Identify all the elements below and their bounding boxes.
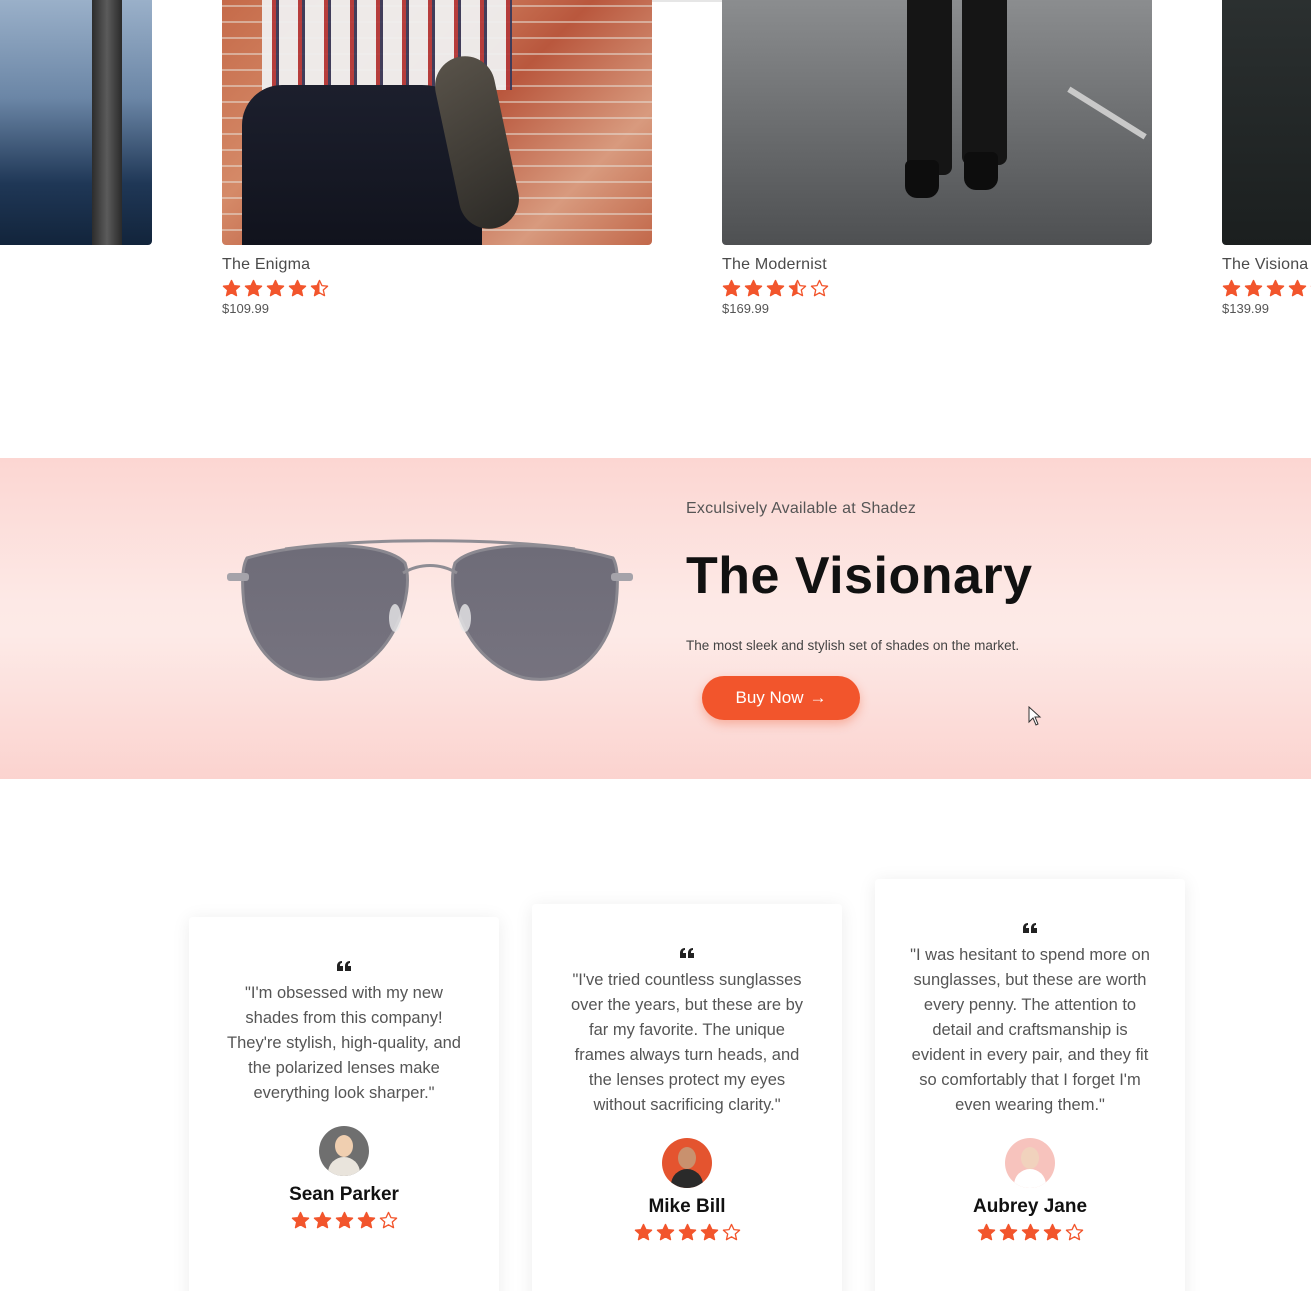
product-image[interactable] xyxy=(1222,0,1311,245)
product-rating xyxy=(1222,279,1311,298)
product-rating xyxy=(222,279,652,298)
testimonial-card: "I'm obsessed with my new shades from th… xyxy=(189,917,499,1291)
product-card-visionary[interactable]: The Visiona $139.99 xyxy=(1222,0,1311,316)
product-price: $169.99 xyxy=(722,301,769,316)
star-icon xyxy=(291,1211,309,1229)
star-icon xyxy=(244,279,263,297)
featured-product-banner: Exculsively Available at Shadez The Visi… xyxy=(0,458,1311,779)
star-outline-icon xyxy=(379,1211,397,1229)
star-icon xyxy=(656,1223,674,1241)
star-outline-icon xyxy=(1065,1223,1083,1241)
product-image[interactable] xyxy=(222,0,652,245)
buy-now-button[interactable]: Buy Now → xyxy=(702,676,860,720)
star-icon xyxy=(999,1223,1017,1241)
reviewer-name: Sean Parker xyxy=(289,1184,399,1205)
product-card[interactable] xyxy=(0,0,152,245)
star-icon xyxy=(766,279,785,297)
star-icon xyxy=(1043,1223,1061,1241)
star-icon xyxy=(266,279,285,297)
avatar xyxy=(1005,1138,1055,1188)
product-image[interactable] xyxy=(0,0,152,245)
hero-description: The most sleek and stylish set of shades… xyxy=(686,638,1020,653)
testimonial-quote: "I was hesitant to spend more on sunglas… xyxy=(910,946,1150,1114)
star-icon xyxy=(335,1211,353,1229)
star-icon xyxy=(222,279,241,297)
reviewer-name: Aubrey Jane xyxy=(972,1196,1088,1217)
avatar xyxy=(662,1138,712,1188)
reviewer-name: Mike Bill xyxy=(648,1196,726,1217)
star-icon xyxy=(313,1211,331,1229)
star-outline-icon xyxy=(810,279,829,297)
product-name[interactable]: The Modernist xyxy=(722,256,1152,274)
product-card-modernist[interactable]: The Modernist $169.99 xyxy=(722,0,1152,316)
star-icon xyxy=(1021,1223,1039,1241)
avatar xyxy=(319,1126,369,1176)
product-card-enigma[interactable]: The Enigma $109.99 xyxy=(222,0,652,316)
star-icon xyxy=(1288,279,1307,297)
star-half-icon xyxy=(788,279,807,297)
star-icon xyxy=(700,1223,718,1241)
star-icon xyxy=(1222,279,1241,297)
quote-icon xyxy=(680,948,694,958)
star-icon xyxy=(634,1223,652,1241)
hero-title: The Visionary xyxy=(686,547,1033,605)
testimonial-card: "I've tried countless sunglasses over th… xyxy=(532,904,842,1291)
arrow-right-icon: → xyxy=(809,688,827,707)
star-icon xyxy=(1266,279,1285,297)
star-icon xyxy=(678,1223,696,1241)
star-icon xyxy=(744,279,763,297)
hero-eyebrow: Exculsively Available at Shadez xyxy=(686,500,917,517)
star-icon xyxy=(288,279,307,297)
sunglasses-image xyxy=(227,539,633,681)
star-outline-icon xyxy=(722,1223,740,1241)
reviewer-rating xyxy=(562,1223,812,1242)
product-name[interactable]: The Visiona xyxy=(1222,256,1311,274)
star-icon xyxy=(357,1211,375,1229)
reviewer-rating xyxy=(219,1211,469,1230)
product-name[interactable]: The Enigma xyxy=(222,256,652,274)
product-image[interactable] xyxy=(722,0,1152,245)
reviewer-rating xyxy=(905,1223,1155,1242)
testimonial-quote: "I've tried countless sunglasses over th… xyxy=(570,971,804,1114)
quote-icon xyxy=(337,961,351,971)
star-icon xyxy=(1244,279,1263,297)
cursor-icon xyxy=(1028,706,1042,726)
product-carousel: The Enigma $109.99 The Modernist $169.99… xyxy=(0,0,1311,340)
star-icon xyxy=(722,279,741,297)
product-price: $109.99 xyxy=(222,301,269,316)
star-icon xyxy=(977,1223,995,1241)
buy-now-label: Buy Now xyxy=(735,688,804,707)
testimonial-quote: "I'm obsessed with my new shades from th… xyxy=(227,984,461,1102)
testimonial-card: "I was hesitant to spend more on sunglas… xyxy=(875,879,1185,1291)
product-rating xyxy=(722,279,1152,298)
star-half-icon xyxy=(310,279,329,297)
product-price: $139.99 xyxy=(1222,301,1269,316)
quote-icon xyxy=(1023,923,1037,933)
